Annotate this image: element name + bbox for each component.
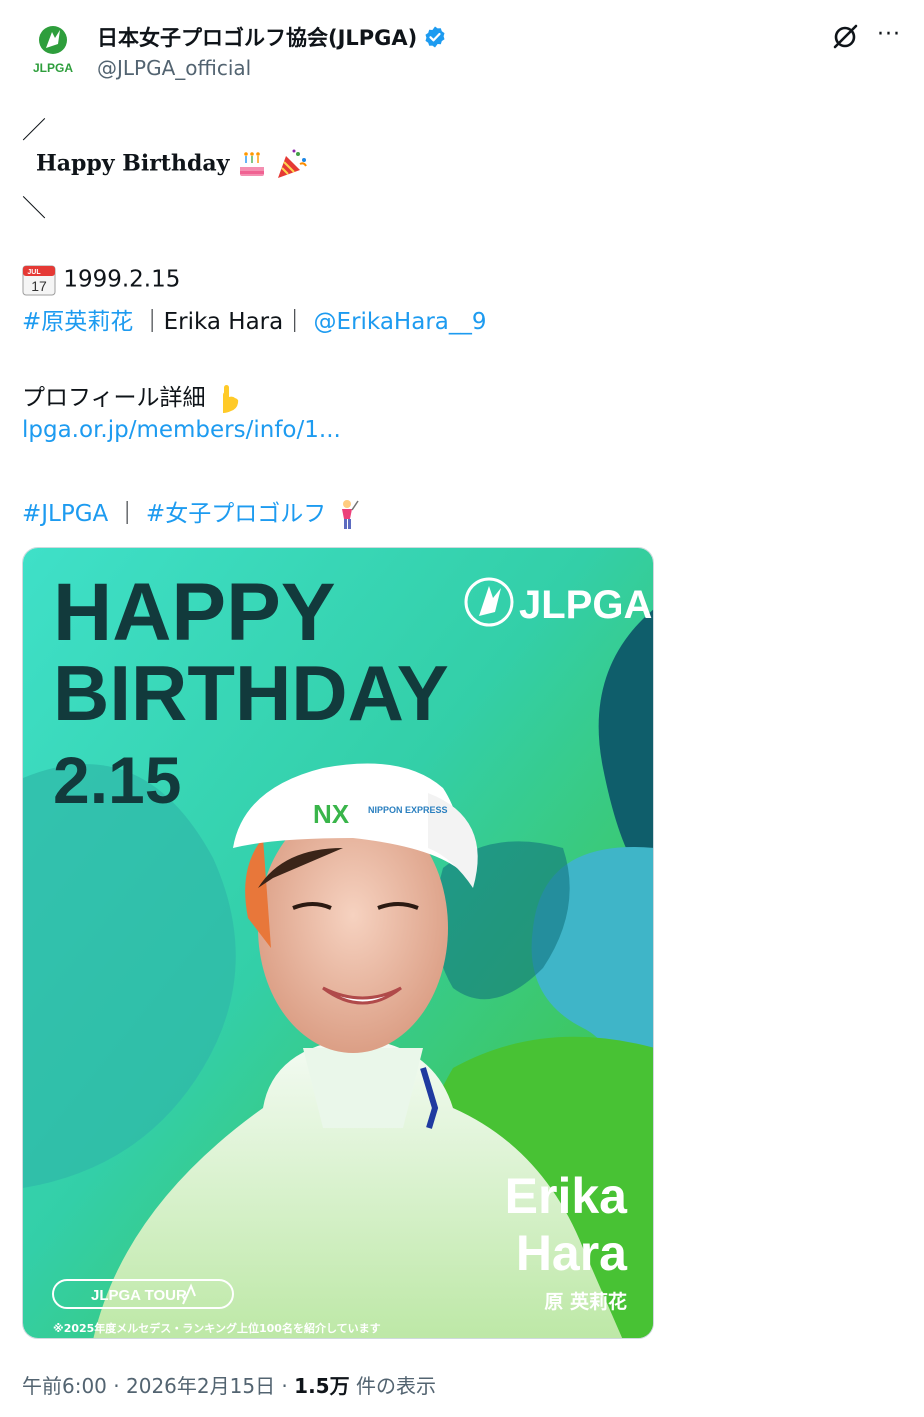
hashtag-jlpga-link[interactable]: #JLPGA xyxy=(22,501,108,527)
jlpga-logo-icon: JLPGA xyxy=(33,26,73,75)
grok-icon xyxy=(833,24,858,49)
svg-text:JUL: JUL xyxy=(27,269,41,276)
headline: Happy Birthday xyxy=(36,150,230,177)
avatar[interactable]: JLPGA xyxy=(22,18,84,80)
post-header: JLPGA 日本女子プロゴルフ協会(JLPGA) @JLPGA_official… xyxy=(0,0,924,100)
golfer-icon xyxy=(341,499,359,529)
more-options-button[interactable]: ··· xyxy=(874,22,904,52)
media-name-jp: 原 英莉花 xyxy=(544,1290,627,1313)
view-count-label: 件の表示 xyxy=(349,1374,436,1398)
media-headline-birthday: BIRTHDAY xyxy=(53,649,449,737)
headline-row: Happy Birthday xyxy=(36,148,308,180)
profile-row: プロフィール詳細 xyxy=(22,378,241,415)
visor-logo-text: NX xyxy=(313,799,350,829)
post-meta: 午前6:00 · 2026年2月15日 · 1.5万 件の表示 xyxy=(22,1370,436,1399)
calendar-icon: JUL 17 xyxy=(22,265,56,296)
name-separator: ｜Erika Hara｜ xyxy=(140,309,307,335)
svg-text:JLPGA TOUR: JLPGA TOUR xyxy=(91,1287,187,1304)
mention-link[interactable]: @ErikaHara__9 xyxy=(314,309,487,335)
profile-link[interactable]: lpga.or.jp/members/info/1... xyxy=(22,417,341,443)
more-icon: ··· xyxy=(877,22,901,47)
meta-dot: · xyxy=(275,1374,295,1398)
media-name-last: Hara xyxy=(516,1225,628,1281)
profile-label: プロフィール詳細 xyxy=(22,385,206,411)
party-popper-icon xyxy=(278,149,307,178)
meta-dot: · xyxy=(106,1374,126,1398)
handle[interactable]: @JLPGA_official xyxy=(97,56,251,80)
display-name-text[interactable]: 日本女子プロゴルフ協会(JLPGA) xyxy=(97,22,417,52)
post-time[interactable]: 午前6:00 xyxy=(22,1374,107,1398)
tags-separator: ｜ xyxy=(115,501,139,527)
birth-date: 1999.2.15 xyxy=(63,266,181,293)
media-name-first: Erika xyxy=(505,1168,629,1224)
birthday-graphic: HAPPY BIRTHDAY 2.15 JLPGA NX NIPPON EXPR… xyxy=(23,548,653,1338)
hashtag-name-link[interactable]: #原英莉花 xyxy=(22,309,133,335)
name-row: #原英莉花 ｜Erika Hara｜ @ErikaHara__9 xyxy=(22,302,487,336)
media-headline-happy: HAPPY xyxy=(53,567,336,658)
hashtag-joshi-pro-golf-link[interactable]: #女子プロゴルフ xyxy=(146,501,326,527)
media-footnote: ※2025年度メルセデス・ランキング上位100名を紹介しています xyxy=(53,1321,381,1335)
media-date: 2.15 xyxy=(53,743,181,817)
svg-text:JLPGA: JLPGA xyxy=(33,61,73,75)
display-name[interactable]: 日本女子プロゴルフ協会(JLPGA) xyxy=(97,22,447,52)
view-count: 1.5万 xyxy=(294,1374,350,1398)
tags-row: #JLPGA ｜ #女子プロゴルフ xyxy=(22,494,360,531)
post-date[interactable]: 2026年2月15日 xyxy=(126,1374,275,1398)
deco-slash-bottom: ＼ xyxy=(22,194,46,222)
birthday-cake-icon xyxy=(239,152,264,176)
pointing-down-icon xyxy=(222,384,239,413)
deco-slash-top: ／ xyxy=(22,116,46,144)
verified-badge-icon xyxy=(425,26,445,48)
visor-sponsor-text: NIPPON EXPRESS xyxy=(368,805,448,815)
birth-date-row: JUL 17 1999.2.15 xyxy=(22,264,180,296)
svg-text:17: 17 xyxy=(31,278,47,294)
post-media-image[interactable]: HAPPY BIRTHDAY 2.15 JLPGA NX NIPPON EXPR… xyxy=(22,547,654,1339)
grok-button[interactable] xyxy=(830,22,860,52)
svg-text:JLPGA: JLPGA xyxy=(519,583,652,627)
